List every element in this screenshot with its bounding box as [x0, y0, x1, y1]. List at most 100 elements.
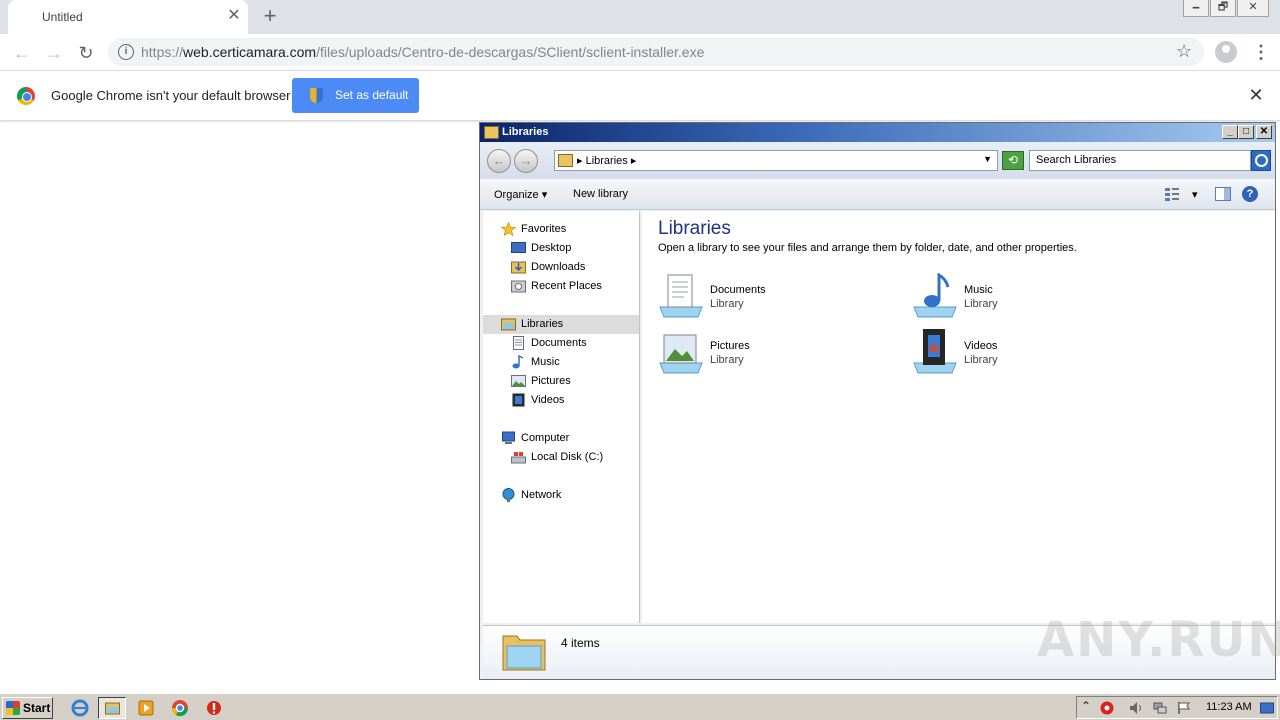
- documents-icon: [513, 336, 524, 350]
- explorer-title: Libraries: [502, 126, 549, 138]
- chrome-taskbar-icon[interactable]: [166, 697, 194, 719]
- nav-label: Recent Places: [531, 280, 602, 292]
- nav-local-disk[interactable]: Local Disk (C:): [511, 448, 631, 467]
- nav-videos[interactable]: Videos: [511, 391, 631, 410]
- nav-downloads[interactable]: Downloads: [511, 258, 631, 277]
- videos-library-item[interactable]: Videos Library: [912, 329, 1152, 381]
- pictures-icon: [511, 375, 526, 387]
- minimize-window-button[interactable]: 🗕: [1183, 0, 1209, 17]
- documents-library-item[interactable]: Documents Library: [658, 273, 898, 325]
- new-library-button[interactable]: New library: [573, 188, 628, 200]
- tray-expand-icon[interactable]: ⌃: [1081, 699, 1091, 713]
- explorer-folder-icon: [105, 702, 120, 715]
- chrome-tabstrip: Untitled ✕ + 🗕 🗗 ✕: [0, 0, 1280, 34]
- downloads-icon: [511, 261, 526, 274]
- explorer-back-button[interactable]: ←: [487, 149, 511, 173]
- nav-label: Videos: [531, 394, 565, 406]
- address-bar[interactable]: i https://web.certicamara.com/files/uplo…: [108, 38, 1204, 66]
- address-dropdown-icon[interactable]: ▼: [983, 154, 992, 164]
- nav-desktop[interactable]: Desktop: [511, 239, 631, 258]
- browser-toolbar: ← → ↻ i https://web.certicamara.com/file…: [0, 34, 1280, 71]
- nav-music[interactable]: Music: [511, 353, 631, 372]
- tab-title: Untitled: [42, 10, 83, 24]
- explorer-maximize-button[interactable]: □: [1238, 125, 1254, 139]
- chrome-menu-icon[interactable]: ⋮: [1252, 41, 1270, 63]
- volume-icon[interactable]: [1129, 701, 1143, 715]
- preview-pane-icon[interactable]: [1215, 187, 1231, 201]
- explorer-address-row: ← → ▸ Libraries ▸ ▼ ⟲ Search Libraries: [480, 142, 1275, 179]
- library-type: Library: [710, 298, 744, 310]
- nav-label: Libraries: [521, 318, 564, 330]
- taskbar-clock: 11:23 AM: [1206, 701, 1252, 713]
- pictures-library-icon: [659, 334, 703, 374]
- nav-libraries[interactable]: Libraries: [483, 315, 639, 334]
- music-library-icon: [913, 273, 957, 318]
- network-icon: [502, 488, 515, 502]
- content-title: Libraries: [658, 218, 731, 239]
- tab-close-icon[interactable]: ✕: [226, 8, 242, 24]
- music-icon: [512, 355, 524, 369]
- desktop-icon: [511, 242, 526, 253]
- music-library-item[interactable]: Music Library: [912, 273, 1152, 325]
- chrome-logo-icon: [17, 87, 35, 105]
- bookmark-star-icon[interactable]: ☆: [1176, 41, 1192, 62]
- nav-documents[interactable]: Documents: [511, 334, 631, 353]
- internet-explorer-icon[interactable]: [66, 697, 94, 719]
- nav-pictures[interactable]: Pictures: [511, 372, 631, 391]
- media-player-icon[interactable]: [132, 697, 160, 719]
- library-name: Music: [964, 284, 993, 296]
- nav-label: Computer: [521, 432, 570, 444]
- nav-favorites[interactable]: Favorites: [501, 220, 631, 239]
- library-content-pane: Libraries Open a library to see your fil…: [642, 211, 1275, 623]
- change-view-icon[interactable]: [1164, 187, 1180, 201]
- nav-recent-places[interactable]: Recent Places: [511, 277, 631, 296]
- explorer-forward-button[interactable]: →: [514, 149, 538, 173]
- forward-button[interactable]: →: [42, 41, 66, 65]
- pictures-library-item[interactable]: Pictures Library: [658, 329, 898, 381]
- nav-label: Music: [531, 356, 560, 368]
- view-dropdown-icon[interactable]: ▾: [1192, 188, 1198, 201]
- organize-button[interactable]: Organize ▾: [494, 188, 547, 201]
- browser-tab[interactable]: Untitled ✕: [8, 0, 248, 34]
- command-bar: Organize ▾ New library ▾ ?: [480, 179, 1275, 210]
- network-tray-icon[interactable]: [1153, 701, 1167, 715]
- nav-network[interactable]: Network: [501, 486, 631, 505]
- content-subtitle: Open a library to see your files and arr…: [658, 242, 1077, 254]
- action-center-flag-icon[interactable]: [1177, 701, 1191, 715]
- library-type: Library: [710, 354, 744, 366]
- uac-shield-icon: [310, 88, 323, 103]
- infobar-close-icon[interactable]: ✕: [1247, 86, 1265, 104]
- new-tab-button[interactable]: +: [260, 5, 280, 27]
- recent-places-icon: [511, 280, 526, 293]
- record-icon[interactable]: [1100, 701, 1114, 715]
- library-type: Library: [964, 354, 998, 366]
- search-icon[interactable]: [1251, 150, 1271, 171]
- url-scheme: https://: [141, 44, 184, 60]
- start-button[interactable]: Start: [2, 697, 53, 719]
- close-window-button[interactable]: ✕: [1237, 0, 1269, 17]
- show-desktop-icon[interactable]: [1260, 701, 1274, 715]
- explorer-taskbar-button[interactable]: [98, 697, 126, 719]
- site-info-icon[interactable]: i: [118, 44, 134, 60]
- explorer-address-bar[interactable]: ▸ Libraries ▸ ▼: [554, 150, 998, 171]
- nav-label: Documents: [531, 337, 587, 349]
- anyrun-watermark: ANY.RUN: [1037, 612, 1280, 668]
- profile-avatar-icon[interactable]: [1215, 41, 1237, 63]
- reload-button[interactable]: ↻: [74, 41, 98, 65]
- search-input[interactable]: Search Libraries: [1029, 150, 1251, 171]
- stop-sign-icon[interactable]: [200, 697, 228, 719]
- back-button[interactable]: ←: [10, 41, 34, 65]
- refresh-button[interactable]: ⟲: [1002, 151, 1024, 170]
- explorer-titlebar[interactable]: Libraries _ □ ✕: [480, 123, 1275, 142]
- set-as-default-button[interactable]: Set as default: [292, 78, 419, 113]
- nav-label: Pictures: [531, 375, 571, 387]
- explorer-minimize-button[interactable]: _: [1222, 125, 1238, 139]
- set-as-default-label: Set as default: [335, 88, 409, 102]
- help-icon[interactable]: ?: [1242, 186, 1258, 202]
- nav-computer[interactable]: Computer: [501, 429, 631, 448]
- explorer-close-button[interactable]: ✕: [1256, 125, 1272, 139]
- videos-library-icon: [913, 329, 957, 374]
- libraries-folder-icon: [484, 126, 499, 139]
- infobar-message: Google Chrome isn't your default browser: [51, 88, 291, 103]
- restore-window-button[interactable]: 🗗: [1210, 0, 1236, 17]
